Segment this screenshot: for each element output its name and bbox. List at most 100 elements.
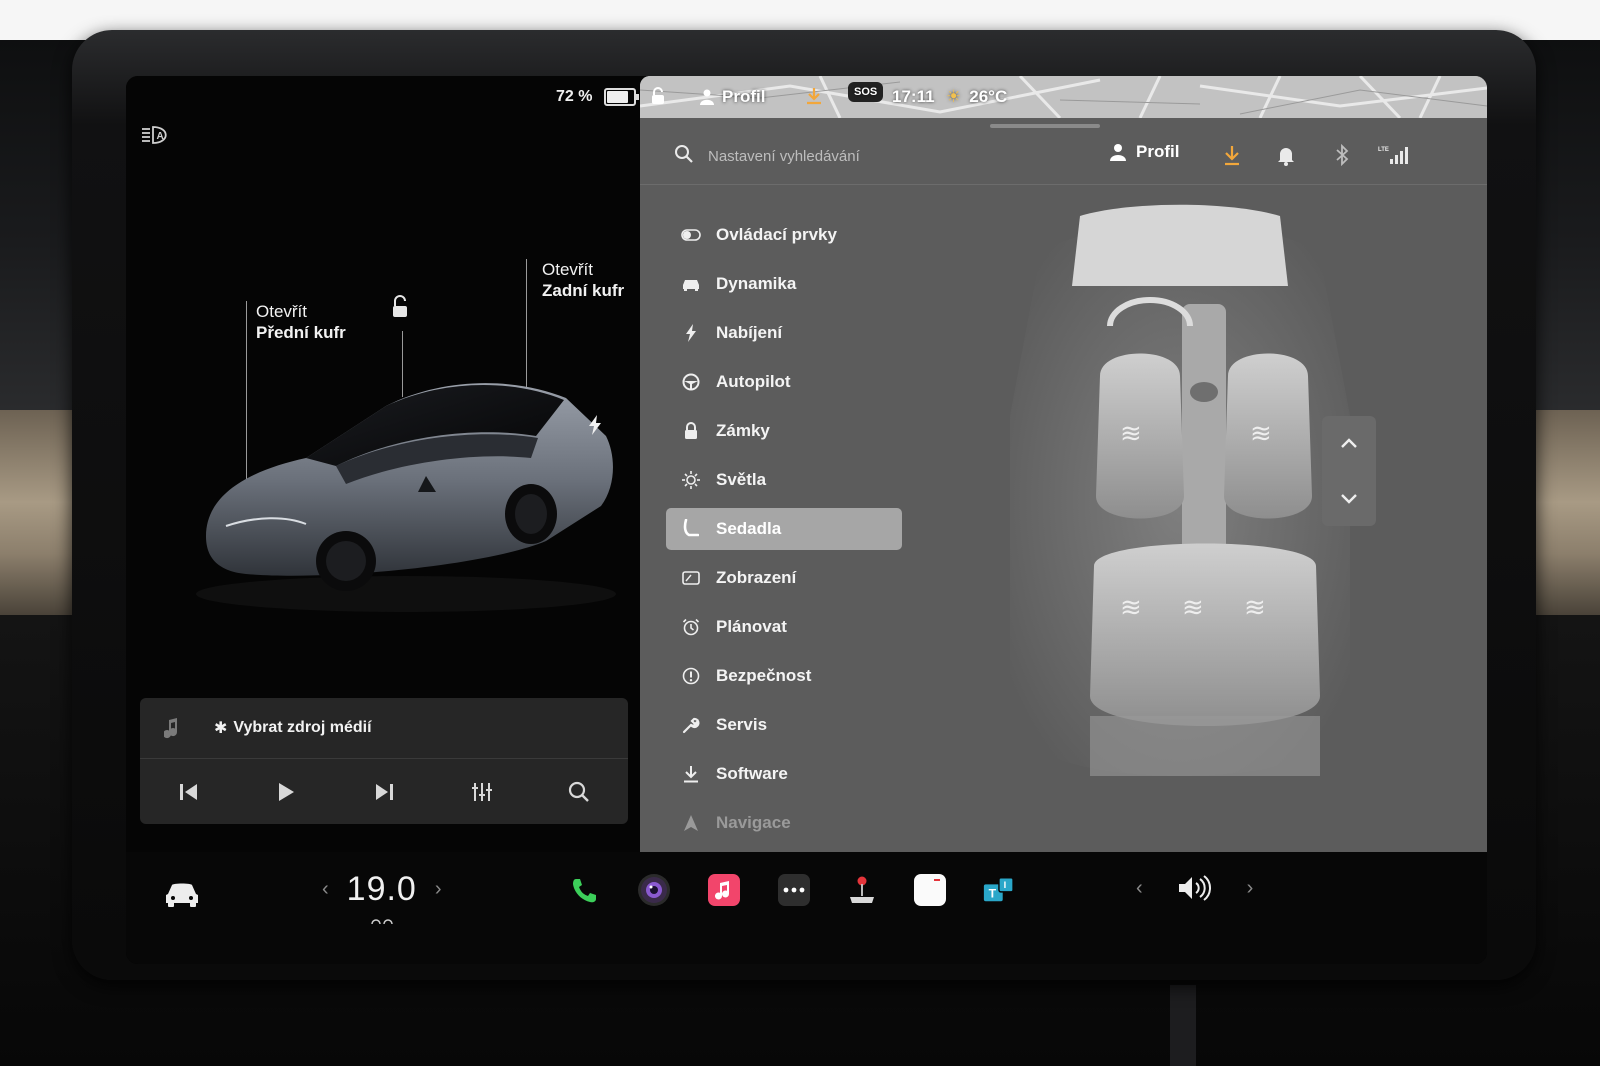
chevron-left-icon[interactable]: ‹	[322, 878, 329, 901]
calendar-app[interactable]	[914, 874, 946, 906]
media-source-label: Vybrat zdroj médií	[233, 719, 372, 736]
battery-icon	[604, 88, 640, 106]
battery-fill	[607, 91, 628, 103]
menu-item-charging[interactable]: Nabíjení	[666, 312, 902, 354]
trunk-action-label: Otevřít	[542, 260, 594, 279]
svg-text:≋: ≋	[1182, 593, 1204, 623]
open-frunk-button[interactable]: Otevřít Přední kufr	[256, 301, 346, 343]
menu-label: Zámky	[716, 421, 770, 440]
next-track-button[interactable]	[364, 772, 404, 812]
play-button[interactable]	[266, 772, 306, 812]
front-left-seat[interactable]: ≋	[1096, 353, 1184, 519]
joystick-icon	[850, 876, 874, 903]
sos-button[interactable]: SOS	[848, 82, 884, 102]
bell-icon[interactable]	[1276, 144, 1296, 166]
phone-app[interactable]	[568, 874, 600, 906]
status-profile[interactable]: Profil	[700, 87, 765, 107]
car-panel: 72 % A Otevřít Přední kufr Otevřít Zadní…	[126, 76, 654, 852]
menu-item-lights[interactable]: Světla	[666, 459, 902, 501]
lightning-icon	[680, 322, 702, 344]
media-search-button[interactable]	[559, 772, 599, 812]
profile-label: Profil	[1136, 142, 1180, 161]
seat-scroll-control	[1322, 416, 1376, 526]
more-apps[interactable]	[778, 874, 810, 906]
person-icon	[700, 89, 714, 105]
menu-item-seats[interactable]: Sedadla	[666, 508, 902, 550]
menu-item-safety[interactable]: Bezpečnost	[666, 655, 902, 697]
toybox-app[interactable]: T I	[982, 874, 1014, 906]
settings-panel: Profil SOS 17:11 ☀ 26°C Profil	[640, 76, 1487, 852]
previous-track-button[interactable]	[169, 772, 209, 812]
music-icon	[715, 881, 729, 900]
previous-track-icon	[179, 784, 197, 800]
music-app[interactable]	[708, 874, 740, 906]
menu-label: Ovládací prvky	[716, 225, 837, 244]
battery-indicator[interactable]: 72 %	[556, 88, 640, 106]
cabin-temperature[interactable]: 19.0	[347, 870, 417, 909]
time-label: 17:11	[892, 87, 935, 106]
touchscreen: 72 % A Otevřít Přední kufr Otevřít Zadní…	[126, 76, 1487, 964]
svg-text:≋: ≋	[1120, 419, 1142, 449]
menu-label: Světla	[716, 470, 767, 489]
menu-item-display[interactable]: Zobrazení	[666, 557, 902, 599]
chevron-up-icon[interactable]	[1337, 432, 1361, 456]
menu-label: Dynamika	[716, 274, 797, 293]
status-download-icon[interactable]	[806, 87, 822, 105]
frunk-label: Přední kufr	[256, 323, 346, 342]
open-trunk-button[interactable]: Otevřít Zadní kufr	[542, 259, 624, 301]
menu-item-software[interactable]: Software	[666, 753, 902, 795]
wrench-icon	[680, 714, 702, 736]
menu-label: Zobrazení	[716, 568, 797, 587]
car-icon[interactable]	[164, 880, 200, 908]
menu-item-locks[interactable]: Zámky	[666, 410, 902, 452]
svg-text:≋: ≋	[1244, 593, 1266, 623]
toggle-icon	[680, 224, 702, 246]
arcade-app[interactable]	[846, 874, 878, 906]
charge-port-icon[interactable]	[588, 415, 602, 435]
calendar-icon	[916, 876, 944, 884]
menu-item-navigation[interactable]: Navigace	[666, 802, 902, 844]
rear-bench-seat[interactable]: ≋ ≋ ≋	[1090, 543, 1320, 727]
search-icon	[569, 781, 590, 802]
menu-item-controls[interactable]: Ovládací prvky	[666, 214, 902, 256]
phone-icon	[573, 879, 596, 903]
front-right-seat[interactable]: ≋	[1224, 353, 1312, 519]
chevron-right-icon[interactable]: ›	[1247, 877, 1254, 900]
chevron-left-icon[interactable]: ‹	[1136, 877, 1143, 900]
alert-circle-icon	[680, 665, 702, 687]
unlock-status-icon[interactable]	[650, 87, 666, 105]
seat-heat-indicator-icon	[371, 919, 393, 925]
steering-wheel-icon	[680, 371, 702, 393]
camera-app[interactable]	[638, 874, 670, 906]
menu-label: Plánovat	[716, 617, 787, 636]
menu-item-autopilot[interactable]: Autopilot	[666, 361, 902, 403]
chevron-right-icon[interactable]: ›	[435, 878, 442, 901]
auto-headlight-icon[interactable]: A	[140, 124, 172, 146]
svg-text:≋: ≋	[1120, 593, 1142, 623]
download-icon[interactable]	[1222, 144, 1242, 166]
menu-label: Bezpečnost	[716, 666, 812, 685]
status-bar: Profil SOS 17:11 ☀ 26°C	[640, 76, 1487, 118]
volume-icon[interactable]	[1177, 874, 1213, 902]
svg-text:≋: ≋	[1250, 419, 1272, 449]
profile-button[interactable]: Profil	[1110, 142, 1179, 162]
clock: 17:11	[892, 87, 935, 107]
svg-text:T: T	[989, 887, 997, 901]
car-icon	[680, 273, 702, 295]
menu-label: Nabíjení	[716, 323, 783, 342]
bluetooth-icon[interactable]	[1332, 144, 1352, 166]
menu-item-dynamics[interactable]: Dynamika	[666, 263, 902, 305]
sos-label: SOS	[854, 86, 878, 98]
settings-search-input[interactable]	[706, 140, 1040, 172]
equalizer-button[interactable]	[462, 772, 502, 812]
next-track-icon	[375, 784, 393, 800]
volume-control: ‹ ›	[1136, 874, 1253, 902]
menu-item-schedule[interactable]: Plánovat	[666, 606, 902, 648]
chevron-down-icon[interactable]	[1337, 486, 1361, 510]
lte-signal-icon: LTE	[1378, 147, 1408, 164]
person-icon	[1110, 144, 1126, 161]
outside-temperature: 26°C	[969, 87, 1008, 106]
menu-item-service[interactable]: Servis	[666, 704, 902, 746]
media-source-row[interactable]: ✱ Vybrat zdroj médií	[140, 698, 628, 759]
unlock-icon[interactable]	[389, 295, 411, 319]
